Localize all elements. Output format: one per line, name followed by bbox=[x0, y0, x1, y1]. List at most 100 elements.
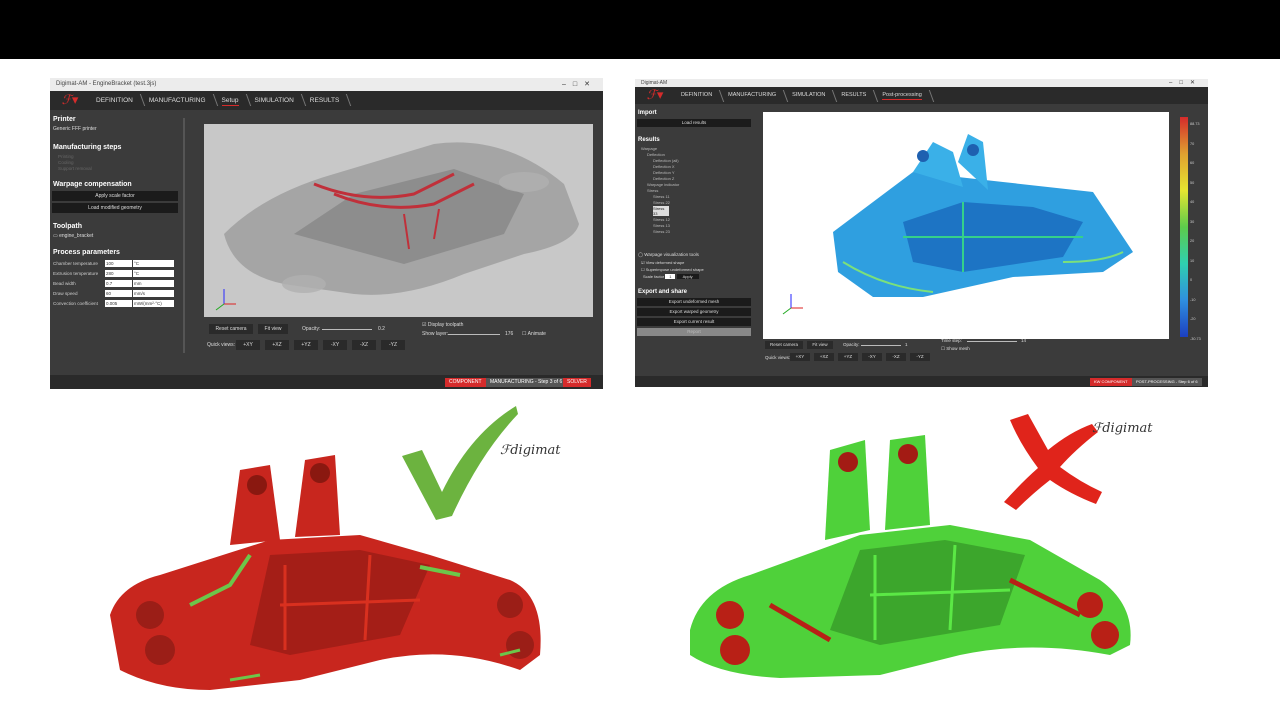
tree-item[interactable]: Deflection bbox=[647, 152, 750, 157]
scale-factor-input[interactable]: 1 bbox=[665, 274, 676, 279]
param-unit-select[interactable]: mW/(mm²·°C) bbox=[133, 300, 174, 307]
tab-results[interactable]: RESULTS bbox=[835, 87, 876, 104]
export-warped-geometry-button[interactable]: Export warped geometry bbox=[637, 308, 751, 316]
apply-button[interactable]: Apply bbox=[676, 274, 699, 279]
report-button[interactable]: Report bbox=[637, 328, 751, 336]
opacity-slider[interactable] bbox=[861, 345, 901, 346]
quick-view-button[interactable]: +XZ bbox=[265, 340, 289, 350]
process-parameters-header: Process parameters bbox=[53, 249, 120, 256]
tab-manufacturing[interactable]: MANUFACTURING bbox=[143, 91, 216, 110]
window-title-bar: Digimat-AM - EngineBracket (test.3js) –□… bbox=[50, 78, 603, 91]
tab-results[interactable]: RESULTS bbox=[304, 91, 350, 110]
param-unit-select[interactable]: mm/s bbox=[133, 290, 174, 297]
fit-view-button[interactable]: Fit view bbox=[258, 324, 288, 334]
param-value-input[interactable]: 60 bbox=[105, 290, 132, 297]
load-results-button[interactable]: Load results bbox=[637, 119, 751, 127]
workflow-tabs: ℱ▾ DEFINITION MANUFACTURING SIMULATION R… bbox=[635, 87, 1208, 104]
window-controls[interactable]: –□✕ bbox=[562, 78, 597, 91]
tree-item[interactable]: Stress 11 bbox=[653, 194, 750, 199]
step-item[interactable]: Cooling bbox=[58, 160, 177, 165]
tree-item[interactable]: Stress 23 bbox=[653, 229, 750, 234]
param-unit-select[interactable]: °C bbox=[133, 270, 174, 277]
3d-viewport[interactable] bbox=[204, 124, 593, 317]
sidebar-scrollbar[interactable] bbox=[183, 118, 185, 353]
opacity-label: Opacity: bbox=[302, 326, 321, 332]
animate-checkbox[interactable]: ☐ Animate bbox=[522, 331, 546, 337]
printer-name: Generic FFF printer bbox=[53, 126, 97, 132]
quick-view-button[interactable]: +YZ bbox=[294, 340, 318, 350]
view-deformed-checkbox[interactable]: ☑ View deformed shape bbox=[641, 260, 750, 265]
tree-item[interactable]: Stress 13 bbox=[653, 223, 750, 228]
param-value-input[interactable]: 0.7 bbox=[105, 280, 132, 287]
tree-item[interactable]: Deflection Y bbox=[653, 170, 750, 175]
param-unit-select[interactable]: mm bbox=[133, 280, 174, 287]
tree-item-selected[interactable]: Stress 33 bbox=[653, 206, 669, 216]
step-item[interactable]: Support removal bbox=[58, 166, 177, 171]
param-row: Extrusion temperature 280 °C bbox=[53, 269, 177, 278]
export-undeformed-mesh-button[interactable]: Export undeformed mesh bbox=[637, 298, 751, 306]
export-current-result-button[interactable]: Export current result bbox=[637, 318, 751, 326]
apply-scale-factor-button[interactable]: Apply scale factor bbox=[52, 191, 178, 201]
show-layer-label: Show layer: bbox=[422, 331, 449, 337]
param-value-input[interactable]: 100 bbox=[105, 260, 132, 267]
tree-item[interactable]: Deflection Z bbox=[653, 176, 750, 181]
quick-view-button[interactable]: -XY bbox=[323, 340, 347, 350]
quick-view-button[interactable]: +XY bbox=[236, 340, 260, 350]
component-step-button[interactable]: COMPONENT bbox=[445, 378, 486, 387]
param-value-input[interactable]: 280 bbox=[105, 270, 132, 277]
reset-camera-button[interactable]: Reset camera bbox=[209, 324, 253, 334]
fit-view-button[interactable]: Fit view bbox=[807, 341, 833, 349]
quick-views-label: Quick views: bbox=[207, 342, 236, 348]
window-controls[interactable]: –□✕ bbox=[1169, 79, 1202, 87]
tree-item[interactable]: Stress 12 bbox=[653, 217, 750, 222]
show-mesh-checkbox[interactable]: ☐ Show mesh bbox=[941, 346, 970, 352]
tab-setup[interactable]: Setup bbox=[216, 91, 249, 110]
tree-item[interactable]: Stress bbox=[647, 188, 750, 193]
3d-viewport[interactable] bbox=[763, 112, 1169, 339]
bracket-toolpath-render bbox=[215, 142, 579, 311]
tab-definition[interactable]: DEFINITION bbox=[90, 91, 143, 110]
tab-simulation[interactable]: SIMULATION bbox=[786, 87, 835, 104]
checkmark-icon bbox=[402, 406, 518, 520]
cross-icon bbox=[1004, 414, 1102, 510]
show-layer-value: 176 bbox=[505, 331, 514, 337]
component-step-button[interactable]: KW COMPONENT bbox=[1090, 378, 1132, 386]
quick-view-button[interactable]: -YZ bbox=[910, 353, 930, 361]
layer-slider[interactable] bbox=[448, 334, 500, 335]
digimat-logo-icon: ℱ▾ bbox=[61, 93, 79, 108]
stress-color-legend bbox=[1180, 117, 1188, 337]
param-row: Convection coefficient 0.005 mW/(mm²·°C) bbox=[53, 299, 177, 308]
quick-view-button[interactable]: -XY bbox=[862, 353, 882, 361]
param-value-input[interactable]: 0.005 bbox=[105, 300, 132, 307]
reset-camera-button[interactable]: Reset camera bbox=[765, 341, 803, 349]
tree-item[interactable]: Stress 22 bbox=[653, 200, 750, 205]
quick-view-button[interactable]: +YZ bbox=[838, 353, 858, 361]
tab-manufacturing[interactable]: MANUFACTURING bbox=[722, 87, 786, 104]
quick-view-button[interactable]: -XZ bbox=[886, 353, 906, 361]
load-modified-geometry-button[interactable]: Load modified geometry bbox=[52, 203, 178, 213]
time-step-slider[interactable] bbox=[967, 341, 1017, 342]
tree-item[interactable]: Warpage indicator bbox=[647, 182, 750, 187]
opacity-slider[interactable] bbox=[322, 329, 372, 330]
tree-item[interactable]: Warpage bbox=[641, 146, 750, 151]
quick-view-button[interactable]: +XZ bbox=[814, 353, 834, 361]
tree-item[interactable]: Deflection (all) bbox=[653, 158, 750, 163]
quick-view-button[interactable]: -YZ bbox=[381, 340, 405, 350]
toolpath-header: Toolpath bbox=[53, 223, 83, 230]
toolpath-file[interactable]: ▭ engine_bracket bbox=[53, 233, 177, 239]
step-item[interactable]: Printing bbox=[58, 154, 177, 159]
warpage-tools-radio[interactable]: ◯ Warpage visualization tools bbox=[638, 252, 750, 258]
window-title: Digimat-AM - EngineBracket (test.3js) bbox=[56, 81, 157, 87]
quick-view-button[interactable]: +XY bbox=[790, 353, 810, 361]
tab-definition[interactable]: DEFINITION bbox=[675, 87, 722, 104]
superimpose-checkbox[interactable]: ☐ Superimpose undeformed shape bbox=[641, 267, 750, 272]
tab-simulation[interactable]: SIMULATION bbox=[249, 91, 304, 110]
display-toolpath-checkbox[interactable]: ☑ Display toolpath bbox=[422, 322, 463, 328]
tab-post-processing[interactable]: Post-processing bbox=[876, 87, 931, 104]
scale-factor-row: Scale factor 1 Apply bbox=[643, 274, 750, 279]
right-app-window: Digimat-AM –□✕ ℱ▾ DEFINITION MANUFACTURI… bbox=[635, 79, 1208, 387]
param-unit-select[interactable]: °C bbox=[133, 260, 174, 267]
quick-view-button[interactable]: -XZ bbox=[352, 340, 376, 350]
tree-item[interactable]: Deflection X bbox=[653, 164, 750, 169]
solver-step-button[interactable]: SOLVER bbox=[563, 378, 591, 387]
